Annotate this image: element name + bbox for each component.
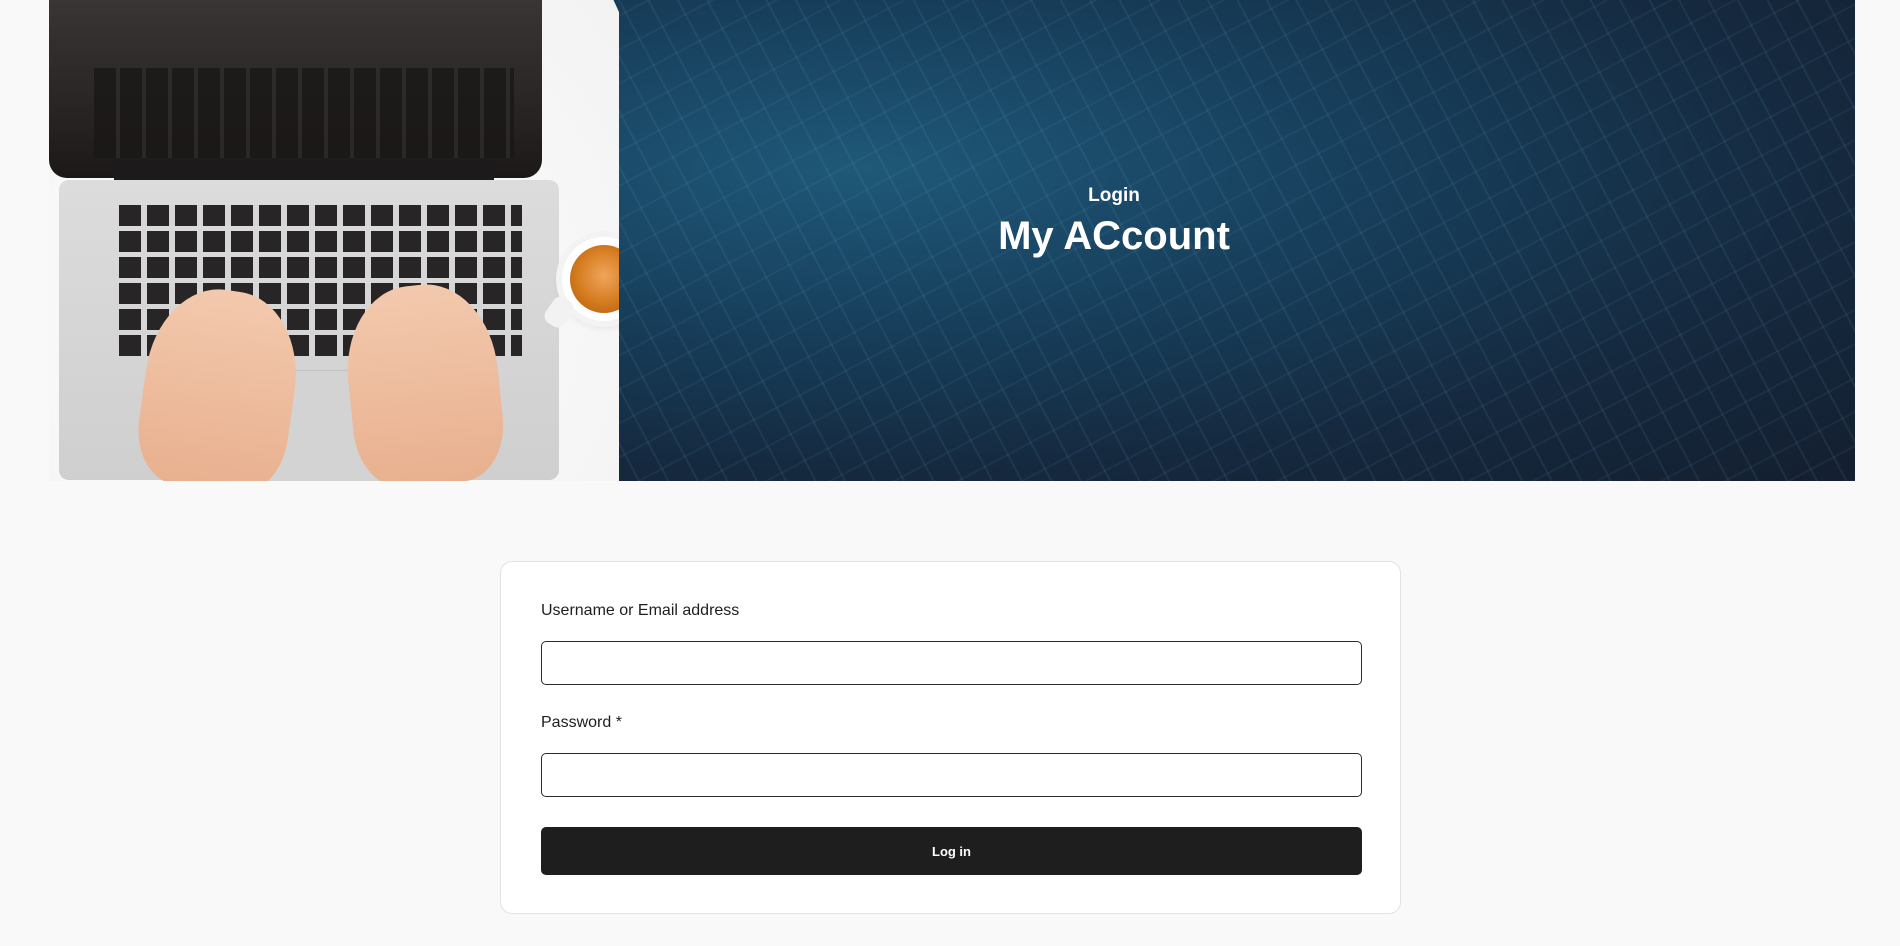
login-form: Username or Email address Password * Log… (500, 561, 1401, 914)
username-label: Username or Email address (541, 602, 740, 619)
password-label: Password * (541, 714, 622, 731)
tea (570, 245, 619, 313)
hero-banner: Login My ACcount (49, 0, 1855, 481)
username-input[interactable] (541, 641, 1362, 685)
hero-subtitle: Login (1088, 185, 1140, 206)
keyboard-reflection (94, 68, 514, 158)
page-title: My ACcount (998, 214, 1230, 258)
login-button[interactable]: Log in (541, 827, 1362, 875)
password-input[interactable] (541, 753, 1362, 797)
hero-image (49, 0, 619, 481)
hero-heading: Login My ACcount (949, 184, 1279, 260)
